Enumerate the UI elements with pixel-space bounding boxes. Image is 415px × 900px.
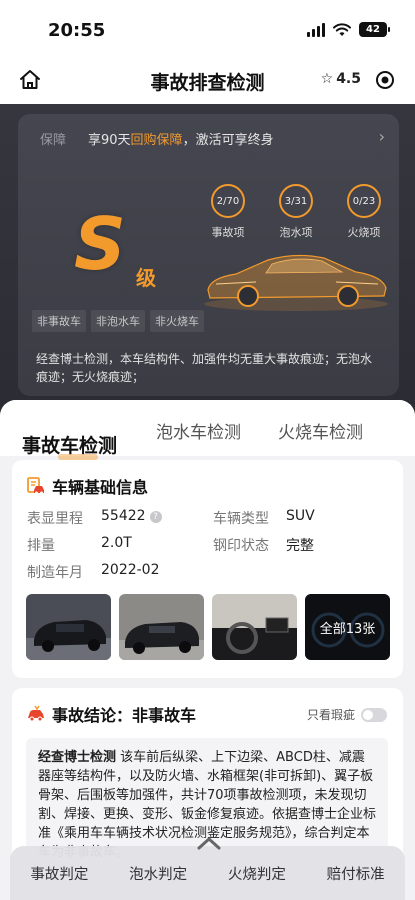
conclusion-title: 事故结论：非事故车 xyxy=(52,706,197,725)
summary-text: 经查博士检测，本车结构件、加强件均无重大事故痕迹；无泡水痕迹；无火烧痕迹； xyxy=(36,352,373,384)
rating[interactable]: ☆ 4.5 xyxy=(321,71,361,87)
stat-accident[interactable]: 2/70 事故项 xyxy=(208,184,248,240)
tag-non-fire: 非火烧车 xyxy=(150,310,204,332)
bottom-tab-fire[interactable]: 火烧判定 xyxy=(228,863,286,884)
chevron-up-icon[interactable] xyxy=(196,834,222,852)
info-row: 制造年月 2022-02 xyxy=(27,562,397,589)
car-crash-icon xyxy=(28,705,44,722)
tab-fire[interactable]: 火烧车检测 xyxy=(278,418,363,443)
result-tags: 非事故车 非泡水车 非火烧车 xyxy=(32,310,204,332)
vehicle-info-grid: 表显里程 55422? 车辆类型 SUV 排量 2.0T 钢印状态 完整 制造年… xyxy=(27,508,397,589)
manufacture-date-label: 制造年月 xyxy=(27,565,83,581)
all-photos-label: 全部13张 xyxy=(305,594,390,660)
target-icon[interactable] xyxy=(375,70,395,90)
mileage-value: 55422? xyxy=(101,508,162,524)
bottom-nav-items: 事故判定 泡水判定 火烧判定 赔付标准 xyxy=(10,863,405,884)
only-flaws-filter[interactable]: 只看瑕疵 xyxy=(307,706,387,723)
stat-value: 2/70 xyxy=(211,184,245,218)
status-time: 20:55 xyxy=(48,20,106,41)
stat-flood[interactable]: 3/31 泡水项 xyxy=(276,184,316,240)
vehicle-photo[interactable] xyxy=(26,594,111,660)
vehicle-type-label: 车辆类型 xyxy=(213,511,269,527)
main-content: 事故车检测 泡水车检测 火烧车检测 车辆基础信息 表显里程 55422? 车辆类… xyxy=(0,400,415,900)
help-icon[interactable]: ? xyxy=(149,511,162,523)
tab-accident[interactable]: 事故车检测 xyxy=(22,431,117,460)
stat-value: 0/23 xyxy=(347,184,381,218)
report-hero: V 保障 享90天回购保障，激活可享终身 › S 级 2/70 事故项 3/31… xyxy=(0,104,415,424)
status-icons: 42 xyxy=(307,22,390,37)
tag-non-flood: 非泡水车 xyxy=(91,310,145,332)
only-flaws-label: 只看瑕疵 xyxy=(306,708,355,722)
conclusion-header: 事故结论：非事故车 xyxy=(26,702,196,726)
chevron-right-icon: › xyxy=(378,127,385,146)
bottom-tab-accident[interactable]: 事故判定 xyxy=(30,863,88,884)
star-icon: ☆ xyxy=(320,71,334,87)
photo-strip: 全部13张 xyxy=(26,594,390,660)
grade-unit: 级 xyxy=(136,266,156,290)
info-row: 排量 2.0T 钢印状态 完整 xyxy=(27,535,397,562)
vehicle-info-header: 车辆基础信息 xyxy=(26,474,148,498)
guarantee-tag: 保障 xyxy=(40,133,67,148)
guarantee-text: 享90天回购保障，激活可享终身 xyxy=(88,133,274,148)
grade-card: 保障 享90天回购保障，激活可享终身 › S 级 2/70 事故项 3/31 泡… xyxy=(18,114,399,396)
info-row: 表显里程 55422? 车辆类型 SUV xyxy=(27,508,397,535)
inspection-tabs: 事故车检测 泡水车检测 火烧车检测 xyxy=(0,400,415,460)
manufacture-date-value: 2022-02 xyxy=(101,562,160,578)
grade-letter: S xyxy=(74,202,126,286)
vin-stamp-value: 完整 xyxy=(286,538,314,554)
bottom-nav: 事故判定 泡水判定 火烧判定 赔付标准 xyxy=(10,846,405,900)
status-bar: 20:55 42 xyxy=(0,0,415,58)
car-doc-icon xyxy=(27,477,44,495)
displacement-label: 排量 xyxy=(27,538,55,554)
displacement-value: 2.0T xyxy=(101,535,132,551)
conclusion-lead: 经查博士检测 xyxy=(38,750,117,765)
rating-value: 4.5 xyxy=(336,71,361,87)
only-flaws-toggle[interactable] xyxy=(361,707,387,722)
inspection-stats: 2/70 事故项 3/31 泡水项 0/23 火烧项 xyxy=(208,184,384,240)
mileage-label: 表显里程 xyxy=(27,511,83,527)
car-illustration xyxy=(204,254,388,311)
bottom-tab-compensation[interactable]: 赔付标准 xyxy=(327,863,385,884)
bottom-tab-flood[interactable]: 泡水判定 xyxy=(129,863,187,884)
tab-flood[interactable]: 泡水车检测 xyxy=(156,418,241,443)
guarantee-banner[interactable]: 保障 享90天回购保障，激活可享终身 › xyxy=(18,124,399,152)
stat-fire[interactable]: 0/23 火烧项 xyxy=(344,184,384,240)
vehicle-photo[interactable] xyxy=(119,594,204,660)
stat-label: 火烧项 xyxy=(347,226,381,239)
vehicle-photo-more[interactable]: 全部13张 xyxy=(305,594,390,660)
vehicle-type-value: SUV xyxy=(286,508,315,524)
vehicle-photo[interactable] xyxy=(212,594,297,660)
stat-label: 事故项 xyxy=(211,226,245,239)
battery-indicator: 42 xyxy=(359,22,390,37)
vehicle-info-card: 车辆基础信息 表显里程 55422? 车辆类型 SUV 排量 2.0T 钢印状态… xyxy=(12,460,403,678)
tag-non-accident: 非事故车 xyxy=(32,310,86,332)
nav-bar: 事故排查检测 ☆ 4.5 xyxy=(0,58,415,104)
stat-label: 泡水项 xyxy=(279,226,313,239)
wifi-icon xyxy=(333,22,351,36)
stat-value: 3/31 xyxy=(279,184,313,218)
vehicle-info-title: 车辆基础信息 xyxy=(52,478,149,497)
signal-icon xyxy=(307,22,325,37)
vin-stamp-label: 钢印状态 xyxy=(213,538,269,554)
